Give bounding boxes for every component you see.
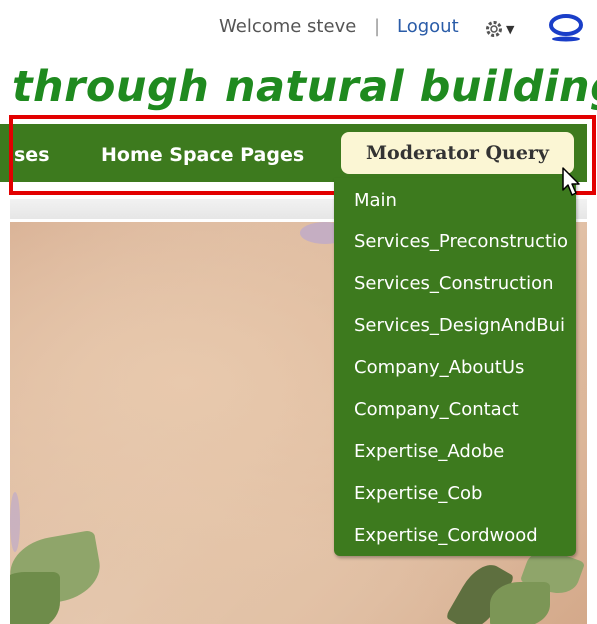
dropdown-item[interactable]: Expertise_Adobe <box>354 441 504 462</box>
dropdown-item[interactable]: Services_Preconstructio <box>354 231 568 252</box>
dropdown-item[interactable]: Expertise_Cob <box>354 483 482 504</box>
settings-menu-button[interactable]: ▼ <box>484 18 522 40</box>
chevron-down-icon: ▼ <box>506 22 515 36</box>
dropdown-item[interactable]: Services_Construction <box>354 273 554 294</box>
dropdown-item[interactable]: Main <box>354 190 397 211</box>
dropdown-item[interactable]: Company_AboutUs <box>354 357 524 378</box>
dropdown-item[interactable]: Company_Contact <box>354 399 519 420</box>
gear-icon <box>486 21 502 37</box>
mouse-cursor-icon <box>562 167 580 196</box>
welcome-text: Welcome steve <box>219 16 357 37</box>
logout-link[interactable]: Logout <box>397 16 459 37</box>
o-logo-icon <box>549 14 583 42</box>
site-tagline: through natural building <box>12 62 597 112</box>
header-separator: | <box>374 16 381 37</box>
moderator-query-dropdown: Main Services_Preconstructio Services_Co… <box>334 178 576 556</box>
top-bar: Welcome steve | Logout ▼ <box>0 14 597 44</box>
dropdown-item[interactable]: Expertise_Cordwood <box>354 525 538 546</box>
dropdown-item[interactable]: Services_DesignAndBui <box>354 315 565 336</box>
